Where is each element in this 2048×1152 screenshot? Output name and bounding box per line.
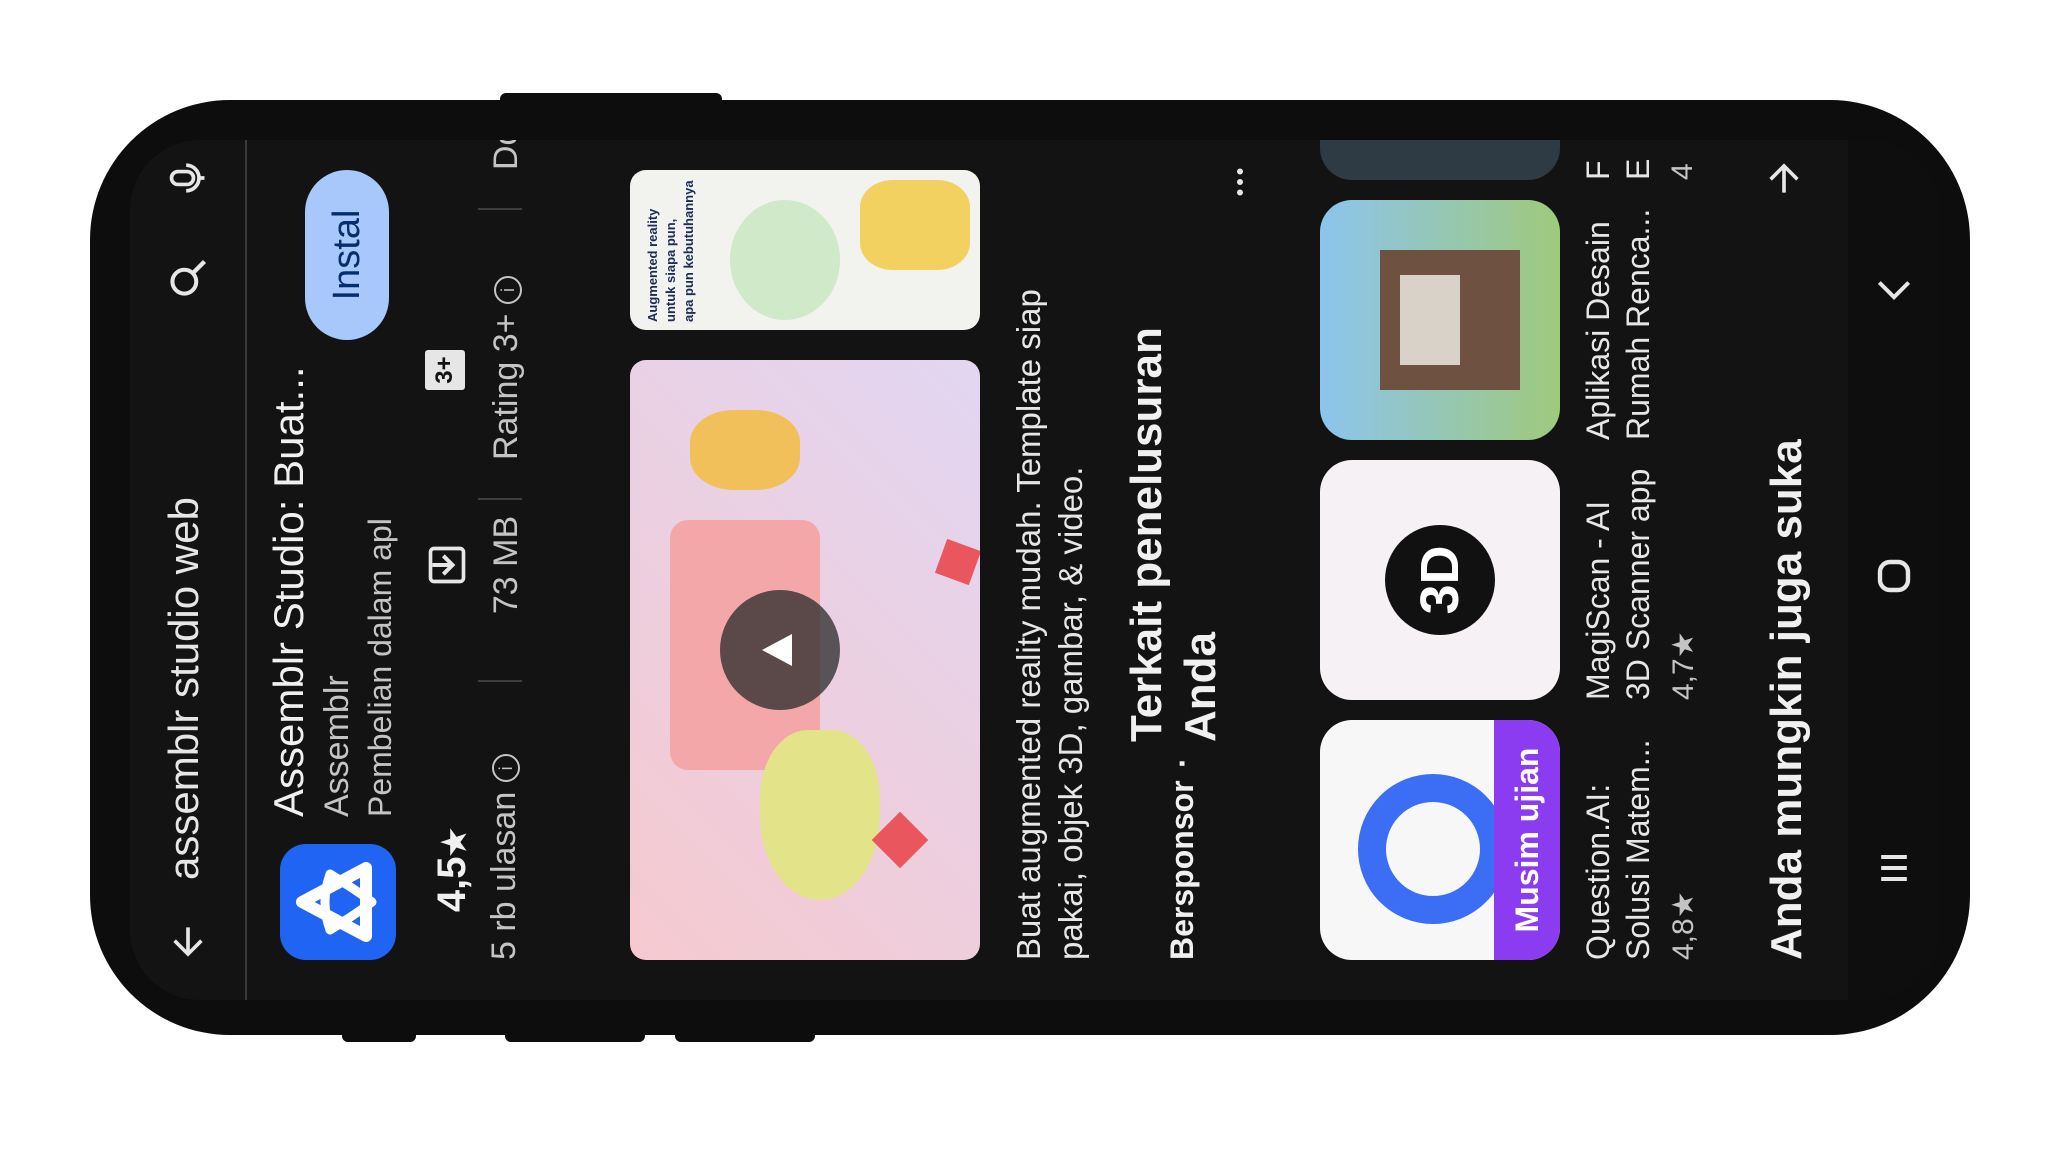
content-rating: Rating 3+	[487, 313, 525, 461]
related-app-card[interactable]: Aplikasi Desain Rumah Renca...	[1320, 200, 1740, 440]
app-developer[interactable]: Assemblr	[318, 675, 357, 817]
recent-apps-icon[interactable]	[1872, 846, 1921, 890]
related-app-rating: 4,7★	[1667, 631, 1700, 700]
banana-illustration	[690, 410, 800, 490]
more-options-icon[interactable]	[1222, 164, 1258, 200]
related-app-card[interactable]: Musim ujian Question.AI: Solusi Matem... …	[1320, 720, 1740, 960]
back-chevron-icon[interactable]	[1872, 266, 1921, 310]
arrow-forward-icon[interactable]	[1762, 156, 1806, 200]
content-rating-stat[interactable]: 3+ Rating 3+ i	[425, 250, 545, 460]
banner-label: Musim ujian	[1494, 720, 1560, 960]
related-app-card[interactable]: FE 4	[1320, 140, 1740, 180]
system-nav-bar	[1848, 140, 1940, 1000]
promo-text: Augmented reality untuk siapa pun, apa pun…	[645, 180, 696, 322]
decor-shape	[871, 811, 929, 869]
divider	[245, 140, 247, 1000]
star-icon: ★	[436, 827, 472, 857]
related-app-card[interactable]: 3D MagiScan - AI 3D Scanner app 4,7★	[1320, 460, 1740, 700]
stat-divider	[478, 208, 522, 210]
phone-side-button	[505, 1028, 645, 1042]
house-illustration	[1400, 275, 1460, 365]
app-size: 73 MB	[487, 515, 525, 615]
search-query[interactable]: assemblr studio web	[160, 497, 208, 880]
screen: assemblr studio web Assemblr Studio: Bua…	[130, 140, 1940, 1000]
phone-side-button	[500, 93, 722, 107]
back-arrow-icon[interactable]	[166, 920, 210, 964]
section-title-line: Terkait penelusuran	[1122, 327, 1171, 742]
stat-divider	[478, 680, 522, 682]
magiscan-3d-badge: 3D	[1385, 525, 1495, 635]
related-app-icon: 3D	[1320, 460, 1560, 700]
mic-icon[interactable]	[166, 156, 210, 200]
stat-divider	[478, 498, 522, 500]
section-title-line[interactable]: Anda	[1176, 632, 1226, 742]
related-app-rating: 4,8★	[1667, 891, 1700, 960]
info-icon: i	[494, 276, 523, 305]
section-title[interactable]: Anda mungkin juga suka	[1762, 439, 1812, 960]
related-app-icon	[1320, 140, 1560, 180]
search-bar: assemblr studio web	[130, 140, 245, 1000]
app-title[interactable]: Assemblr Studio: Buat...	[265, 366, 313, 817]
related-app-name: FE	[1580, 158, 1656, 180]
rating-value: 4,5	[430, 856, 474, 913]
app-store-page: assemblr studio web Assemblr Studio: Bua…	[130, 140, 1940, 1000]
rating-stat[interactable]: 4,5★ 5 rb ulasan i	[430, 754, 540, 960]
review-count: 5 rb ulasan	[485, 791, 523, 960]
duck-illustration	[760, 730, 880, 900]
play-button[interactable]	[720, 590, 840, 710]
age-rating-badge: 3+	[425, 350, 465, 390]
in-app-purchase-note: Pembelian dalam apl	[362, 518, 398, 817]
search-icon[interactable]	[166, 256, 210, 300]
dinosaur-illustration	[730, 200, 840, 320]
phone-side-button	[675, 1028, 815, 1042]
description-line: pakai, objek 3D, gambar, & video.	[1052, 466, 1089, 960]
question-ai-logo	[1358, 774, 1508, 924]
phone-side-button	[342, 1028, 416, 1042]
app-icon[interactable]	[280, 844, 396, 960]
related-app-name: MagiScan - AI 3D Scanner app	[1580, 468, 1656, 700]
size-stat: 73 MB	[425, 510, 545, 620]
banana-illustration	[860, 180, 970, 270]
section-title[interactable]: Terkait penelusuran	[1120, 327, 1174, 742]
related-app-rating: 4	[1666, 163, 1699, 180]
download-icon	[425, 543, 469, 587]
description-line: Buat augmented reality mudah. Template s…	[1010, 289, 1047, 960]
app-description: Buat augmented reality mudah. Template s…	[1008, 289, 1092, 960]
related-app-icon: Musim ujian	[1320, 720, 1560, 960]
home-icon[interactable]	[1870, 552, 1923, 600]
related-app-icon	[1320, 200, 1560, 440]
video-thumbnail[interactable]	[630, 360, 980, 960]
sponsored-label: Bersponsor	[1164, 780, 1200, 960]
related-app-name: Aplikasi Desain Rumah Renca...	[1580, 208, 1656, 440]
info-icon: i	[492, 754, 521, 783]
install-button[interactable]: Instal	[305, 170, 389, 340]
related-app-name: Question.AI: Solusi Matem...	[1580, 739, 1656, 960]
stat-next-label: Do	[487, 140, 525, 170]
decor-shape	[934, 538, 980, 586]
separator-dot: ·	[1164, 757, 1200, 768]
promo-screenshot[interactable]: Augmented reality untuk siapa pun, apa pun…	[630, 170, 980, 330]
